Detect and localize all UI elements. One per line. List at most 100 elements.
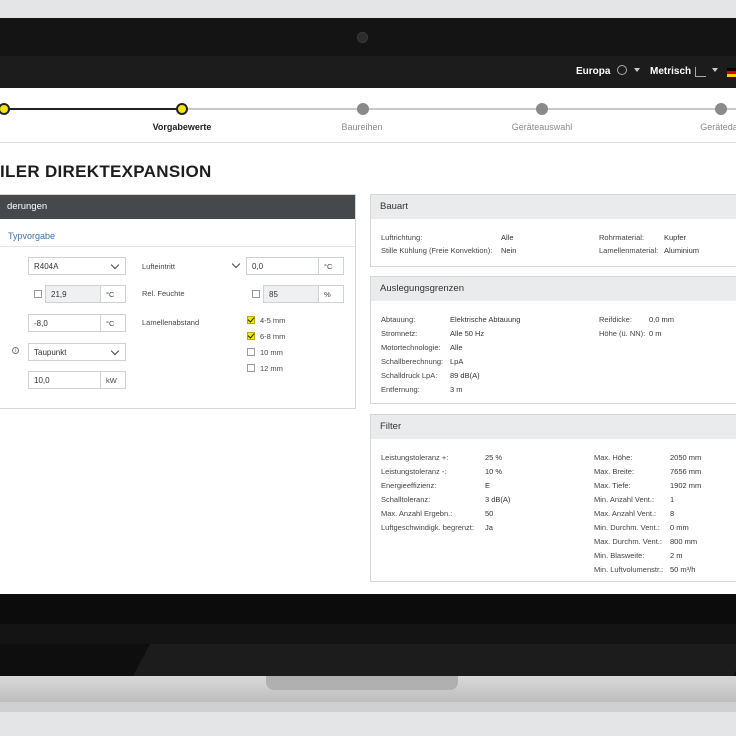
- temperature-unit: °C: [101, 285, 126, 303]
- capacity-input[interactable]: 10,0: [28, 371, 101, 389]
- progress-stepper: Vorgabewerte Baureihen Geräteauswahl Ger…: [0, 88, 736, 143]
- step-2-dot[interactable]: [176, 103, 188, 115]
- filter-panel[interactable]: Filter Leistungstoleranz +: 25 % Leistun…: [370, 414, 736, 582]
- step-4-dot[interactable]: [536, 103, 548, 115]
- summary-label: Rohrmaterial:: [599, 233, 645, 242]
- divider: [0, 246, 355, 247]
- humidity-value: 85: [269, 290, 278, 299]
- summary-label: Energieeffizienz:: [381, 481, 437, 490]
- type-preset-link[interactable]: Typvorgabe: [8, 231, 55, 241]
- summary-value: Alle: [501, 233, 514, 242]
- panel-header: Bauart: [371, 195, 736, 219]
- summary-label: Luftgeschwindigk. begrenzt:: [381, 523, 474, 532]
- design-panel[interactable]: Bauart Luftrichtung: Alle Rohrmaterial: …: [370, 194, 736, 267]
- air-inlet-input[interactable]: 0,0: [246, 257, 319, 275]
- humidity-field[interactable]: 85: [263, 285, 319, 303]
- region-selector[interactable]: Europa: [576, 66, 610, 77]
- chevron-down-icon[interactable]: [634, 68, 640, 72]
- summary-value: 2 m: [670, 551, 683, 560]
- ruler-icon[interactable]: [695, 67, 706, 77]
- laptop-notch: [266, 676, 458, 690]
- laptop-shadow: [0, 702, 736, 712]
- summary-label: Max. Breite:: [594, 467, 635, 476]
- screen-bottom-strip: [0, 594, 736, 624]
- summary-value: 25 %: [485, 453, 503, 462]
- app-screen: Europa Metrisch Vorgabewerte Baureihen G…: [0, 56, 736, 624]
- summary-value: 800 mm: [670, 537, 698, 546]
- step-1-check-icon[interactable]: [0, 103, 10, 115]
- summary-value: 89 dB(A): [450, 371, 480, 380]
- summary-label: Leistungstoleranz +:: [381, 453, 449, 462]
- fin-12-checkbox[interactable]: [247, 364, 255, 372]
- air-inlet-label: Lufteintritt: [142, 262, 175, 271]
- check-icon: [247, 331, 255, 339]
- summary-value: Elektrische Abtauung: [450, 315, 521, 324]
- summary-label: Max. Tiefe:: [594, 481, 631, 490]
- info-icon[interactable]: i: [12, 347, 19, 354]
- german-flag-icon[interactable]: [727, 68, 736, 77]
- chevron-down-icon[interactable]: [712, 68, 718, 72]
- summary-value: Aluminium: [664, 246, 700, 255]
- summary-label: Reifdicke:: [599, 315, 632, 324]
- summary-label: Abtauung:: [381, 315, 416, 324]
- summary-value: Alle: [450, 343, 463, 352]
- chevron-down-icon[interactable]: [231, 259, 241, 269]
- laptop-bezel: [0, 624, 736, 644]
- step-3-dot[interactable]: [357, 103, 369, 115]
- step-3-label[interactable]: Baureihen: [341, 122, 382, 132]
- summary-label: Luftrichtung:: [381, 233, 423, 242]
- summary-value: 1902 mm: [670, 481, 702, 490]
- globe-icon[interactable]: [617, 65, 627, 75]
- evaporation-temp-value: -8,0: [34, 319, 48, 328]
- step-5-label[interactable]: Geräteda: [700, 122, 736, 132]
- design-limits-panel[interactable]: Auslegungsgrenzen Abtauung: Elektrische …: [370, 276, 736, 404]
- summary-value: Nein: [501, 246, 517, 255]
- temperature-field[interactable]: 21,9: [45, 285, 101, 303]
- summary-label: Lamellenmaterial:: [599, 246, 659, 255]
- evaporation-temp-unit: °C: [101, 314, 126, 332]
- summary-value: Kupfer: [664, 233, 687, 242]
- summary-value: 0 m: [649, 329, 662, 338]
- fin-4-5-checkbox[interactable]: [247, 315, 255, 324]
- summary-value: 10 %: [485, 467, 503, 476]
- temp-checkbox[interactable]: [34, 290, 42, 298]
- fin-10-checkbox[interactable]: [247, 348, 255, 356]
- refrigerant-value: R404A: [34, 262, 59, 271]
- summary-label: Schallberechnung:: [381, 357, 444, 366]
- mode-value: Taupunkt: [34, 348, 67, 357]
- stepper-line-done: [0, 108, 182, 110]
- fin-10-label: 10 mm: [260, 348, 283, 357]
- summary-label: Schalltoleranz:: [381, 495, 431, 504]
- summary-label: Min. Durchm. Vent.:: [594, 523, 660, 532]
- summary-value: 0 mm: [670, 523, 689, 532]
- summary-value: 1: [670, 495, 675, 504]
- fin-12-label: 12 mm: [260, 364, 283, 373]
- check-icon: [247, 315, 255, 323]
- summary-label: Max. Durchm. Vent.:: [594, 537, 662, 546]
- units-selector[interactable]: Metrisch: [650, 66, 691, 77]
- summary-value: 3 m: [450, 385, 463, 394]
- air-inlet-unit: °C: [319, 257, 344, 275]
- evaporation-temp-input[interactable]: -8,0: [28, 314, 101, 332]
- step-4-label[interactable]: Geräteauswahl: [512, 122, 573, 132]
- summary-label: Max. Höhe:: [594, 453, 633, 462]
- summary-value: 3 dB(A): [485, 495, 511, 504]
- summary-value: Ja: [485, 523, 493, 532]
- summary-label: Höhe (ü. NN):: [599, 329, 646, 338]
- step-2-label[interactable]: Vorgabewerte: [153, 122, 212, 132]
- summary-label: Entfernung:: [381, 385, 420, 394]
- step-5-dot[interactable]: [715, 103, 727, 115]
- panel-header: derungen: [0, 195, 355, 219]
- summary-value: 50 m³/h: [670, 565, 696, 574]
- summary-value: 0,0 mm: [649, 315, 675, 324]
- summary-label: Schalldruck LpA:: [381, 371, 438, 380]
- fin-6-8-label: 6-8 mm: [260, 332, 286, 341]
- summary-label: Max. Anzahl Vent.:: [594, 509, 657, 518]
- summary-label: Max. Anzahl Ergebn.:: [381, 509, 453, 518]
- webcam: [357, 32, 368, 43]
- summary-value: 7656 mm: [670, 467, 702, 476]
- summary-value: LpA: [450, 357, 464, 366]
- fin-6-8-checkbox[interactable]: [247, 331, 255, 340]
- humidity-label: Rel. Feuchte: [142, 289, 185, 298]
- humidity-checkbox[interactable]: [252, 290, 260, 298]
